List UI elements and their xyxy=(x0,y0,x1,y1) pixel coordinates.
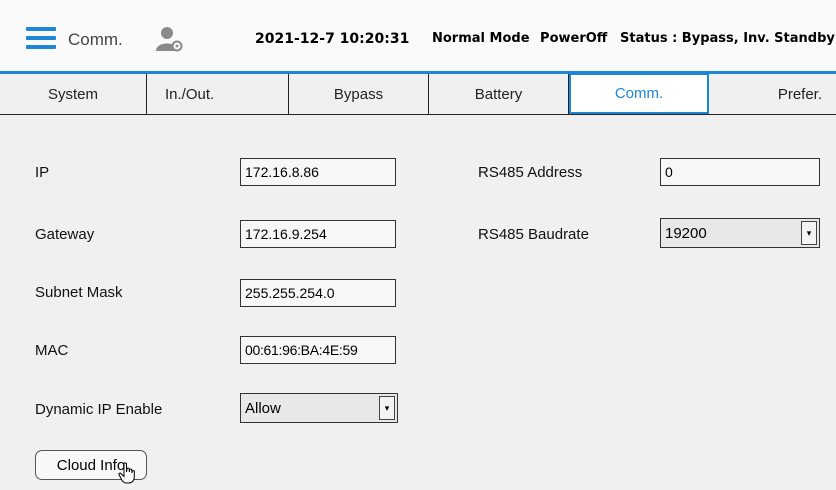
tab-system[interactable]: System xyxy=(0,74,147,114)
mac-label: MAC xyxy=(35,342,69,359)
tab-in-out[interactable]: In./Out. xyxy=(147,74,289,114)
rs485-address-field[interactable]: 0 xyxy=(660,158,820,186)
status-display: Status : Bypass, Inv. Standby xyxy=(620,31,835,46)
user-settings-icon[interactable] xyxy=(156,26,184,52)
chevron-down-icon[interactable]: ▾ xyxy=(801,221,817,245)
gateway-field[interactable]: 172.16.9.254 xyxy=(240,220,396,248)
dynamic-ip-value: Allow xyxy=(245,399,281,417)
rs485-address-label: RS485 Address xyxy=(478,164,583,181)
mac-field[interactable]: 00:61:96:BA:4E:59 xyxy=(240,336,396,364)
page-title: Comm. xyxy=(68,30,123,49)
tab-bypass[interactable]: Bypass xyxy=(289,74,429,114)
operating-mode: Normal Mode xyxy=(432,31,530,46)
date-time-display: 2021-12-7 10:20:31 xyxy=(255,31,410,47)
ip-label: IP xyxy=(35,164,50,181)
rs485-baudrate-select[interactable]: 19200 ▾ xyxy=(660,218,820,248)
tab-comm[interactable]: Comm. xyxy=(569,73,709,114)
tab-battery[interactable]: Battery xyxy=(429,74,569,114)
hamburger-menu-icon[interactable] xyxy=(26,27,56,49)
hand-pointer-icon xyxy=(118,462,138,484)
power-state: PowerOff xyxy=(540,31,608,46)
dynamic-ip-label: Dynamic IP Enable xyxy=(35,401,163,418)
tab-bar: System In./Out. Bypass Battery Comm. Pre… xyxy=(0,73,836,115)
rs485-baudrate-label: RS485 Baudrate xyxy=(478,226,589,243)
rs485-baudrate-value: 19200 xyxy=(665,224,707,242)
subnet-mask-label: Subnet Mask xyxy=(35,284,123,301)
dynamic-ip-select[interactable]: Allow ▾ xyxy=(240,393,398,423)
tab-prefer[interactable]: Prefer. xyxy=(709,74,836,114)
ip-field[interactable]: 172.16.8.86 xyxy=(240,158,396,186)
mode-display: Normal Mode PowerOff xyxy=(432,31,607,46)
gateway-label: Gateway xyxy=(35,226,95,243)
header-bar: Comm. 2021-12-7 10:20:31 Normal Mode Pow… xyxy=(0,0,836,74)
chevron-down-icon[interactable]: ▾ xyxy=(379,396,395,420)
subnet-mask-field[interactable]: 255.255.254.0 xyxy=(240,279,396,307)
comm-settings-screen: Comm. 2021-12-7 10:20:31 Normal Mode Pow… xyxy=(0,0,836,490)
